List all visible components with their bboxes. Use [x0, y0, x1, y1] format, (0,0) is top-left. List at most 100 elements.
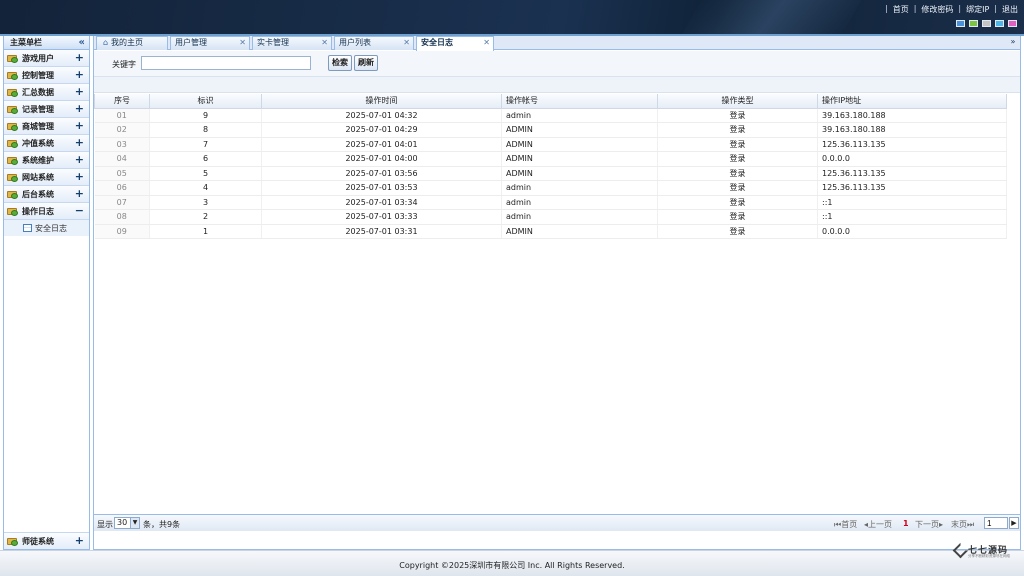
next-page-button[interactable]: 下一页▸: [915, 519, 943, 530]
table-row[interactable]: 03 7 2025-07-01 04:01 ADMIN 登录 125.36.113.135: [94, 137, 1007, 152]
show-label: 显示: [97, 520, 113, 529]
expand-icon[interactable]: +: [75, 534, 84, 547]
folder-icon: [7, 53, 19, 63]
keyword-input[interactable]: [141, 56, 311, 70]
tab-scroll-down-icon[interactable]: »: [1008, 37, 1018, 48]
expand-icon[interactable]: +: [75, 153, 84, 166]
cell-id: 3: [149, 195, 262, 210]
folder-icon: [7, 104, 19, 114]
collapse-icon[interactable]: −: [75, 204, 84, 217]
theme-swatch-gray[interactable]: [982, 20, 991, 27]
table-row[interactable]: 04 6 2025-07-01 04:00 ADMIN 登录 0.0.0.0: [94, 151, 1007, 167]
theme-swatch-green[interactable]: [969, 20, 978, 27]
cell-account: ADMIN: [501, 166, 658, 181]
tab-home[interactable]: ⌂ 我的主页: [96, 36, 168, 50]
tab-card-management[interactable]: 实卡管理 ✕: [252, 36, 332, 50]
tab-security-log[interactable]: 安全日志 ✕: [416, 36, 494, 51]
first-page-button[interactable]: ⏮首页: [834, 519, 857, 530]
bind-ip-link[interactable]: 绑定IP: [966, 4, 989, 15]
last-page-button[interactable]: 末页⏭: [951, 519, 974, 530]
table-row[interactable]: 06 4 2025-07-01 03:53 admin 登录 125.36.113.135: [94, 180, 1007, 196]
search-button[interactable]: 检索: [328, 55, 352, 71]
col-header-ip[interactable]: 操作IP地址: [817, 94, 1007, 109]
theme-swatch-pink[interactable]: [1008, 20, 1017, 27]
theme-swatch-cyan[interactable]: [995, 20, 1004, 27]
col-header-account[interactable]: 操作帐号: [501, 94, 658, 109]
home-link[interactable]: 首页: [893, 4, 909, 15]
folder-icon: [7, 206, 19, 216]
collapse-sidebar-icon[interactable]: «: [79, 37, 85, 48]
col-header-type[interactable]: 操作类型: [657, 94, 818, 109]
sidebar-item-label: 网站系统: [22, 172, 54, 182]
sidebar-subitem-security-log[interactable]: 安全日志: [4, 220, 89, 236]
cell-id: 9: [149, 108, 262, 123]
cell-time: 2025-07-01 03:53: [261, 180, 502, 196]
folder-icon: [7, 138, 19, 148]
sidebar-item-website-system[interactable]: 网站系统 +: [4, 169, 89, 186]
table-row[interactable]: 05 5 2025-07-01 03:56 ADMIN 登录 125.36.113.135: [94, 166, 1007, 181]
cell-account: admin: [501, 108, 658, 123]
sidebar-item-label: 汇总数据: [22, 87, 54, 97]
table-row[interactable]: 08 2 2025-07-01 03:33 admin 登录::1: [94, 209, 1007, 225]
expand-icon[interactable]: +: [75, 102, 84, 115]
col-header-index[interactable]: 序号: [94, 94, 150, 109]
cell-index: 09: [94, 224, 150, 239]
sidebar-item-game-users[interactable]: 游戏用户 +: [4, 50, 89, 67]
table-row[interactable]: 02 8 2025-07-01 04:29 ADMIN 登录 39.163.180.188: [94, 122, 1007, 138]
sidebar-item-system-maintenance[interactable]: 系统维护 +: [4, 152, 89, 169]
close-tab-icon[interactable]: ✕: [321, 37, 328, 49]
sidebar-item-backend-system[interactable]: 后台系统 +: [4, 186, 89, 203]
table-row[interactable]: 09 1 2025-07-01 03:31 ADMIN 登录 0.0.0.0: [94, 224, 1007, 239]
close-tab-icon[interactable]: ✕: [403, 37, 410, 49]
cell-ip: ::1: [817, 195, 1007, 210]
expand-icon[interactable]: +: [75, 85, 84, 98]
prev-page-button[interactable]: ◂上一页: [864, 519, 892, 530]
refresh-button[interactable]: 刷新: [354, 55, 378, 71]
sidebar-item-mall-management[interactable]: 商城管理 +: [4, 118, 89, 135]
close-tab-icon[interactable]: ✕: [483, 37, 490, 49]
prev-page-label: 上一页: [868, 520, 893, 529]
expand-icon[interactable]: +: [75, 170, 84, 183]
sidebar-item-mentor-system[interactable]: 师徒系统 +: [4, 532, 89, 549]
cell-account: admin: [501, 180, 658, 196]
page-size-select[interactable]: 30 ▼: [114, 517, 140, 529]
sidebar-item-label: 记录管理: [22, 104, 54, 114]
col-header-time[interactable]: 操作时间: [261, 94, 502, 109]
expand-icon[interactable]: +: [75, 136, 84, 149]
table-row[interactable]: 01 9 2025-07-01 04:32 admin 登录 39.163.180.188: [94, 108, 1007, 123]
close-tab-icon[interactable]: ✕: [239, 37, 246, 49]
cell-time: 2025-07-01 04:00: [261, 151, 502, 167]
sidebar-item-record-management[interactable]: 记录管理 +: [4, 101, 89, 118]
cell-time: 2025-07-01 03:34: [261, 195, 502, 210]
folder-icon: [7, 172, 19, 182]
folder-icon: [7, 121, 19, 131]
cell-index: 03: [94, 137, 150, 152]
chevron-down-icon[interactable]: ▼: [130, 518, 139, 528]
logout-link[interactable]: 退出: [1002, 4, 1018, 15]
sidebar-item-control-management[interactable]: 控制管理 +: [4, 67, 89, 84]
expand-icon[interactable]: +: [75, 51, 84, 64]
change-password-link[interactable]: 修改密码: [921, 4, 953, 15]
cell-id: 4: [149, 180, 262, 196]
sidebar-item-label: 游戏用户: [22, 53, 54, 63]
expand-icon[interactable]: +: [75, 187, 84, 200]
sidebar-item-operation-log[interactable]: 操作日志 −: [4, 203, 89, 220]
expand-icon[interactable]: +: [75, 68, 84, 81]
cell-ip: 125.36.113.135: [817, 180, 1007, 196]
table-row[interactable]: 07 3 2025-07-01 03:34 admin 登录::1: [94, 195, 1007, 210]
cell-time: 2025-07-01 03:33: [261, 209, 502, 225]
tab-user-list[interactable]: 用户列表 ✕: [334, 36, 414, 50]
last-page-label: 末页: [951, 520, 967, 529]
page-number-input[interactable]: [984, 517, 1008, 529]
expand-icon[interactable]: +: [75, 119, 84, 132]
cell-index: 08: [94, 209, 150, 225]
col-header-id[interactable]: 标识: [149, 94, 262, 109]
tab-user-management[interactable]: 用户管理 ✕: [170, 36, 250, 50]
go-page-icon[interactable]: ▶: [1009, 517, 1019, 529]
cell-ip: 125.36.113.135: [817, 166, 1007, 181]
home-icon: ⌂: [102, 38, 109, 47]
sidebar-item-summary-data[interactable]: 汇总数据 +: [4, 84, 89, 101]
theme-swatch-blue[interactable]: [956, 20, 965, 27]
sidebar-item-recharge-system[interactable]: 冲值系统 +: [4, 135, 89, 152]
cell-id: 2: [149, 209, 262, 225]
